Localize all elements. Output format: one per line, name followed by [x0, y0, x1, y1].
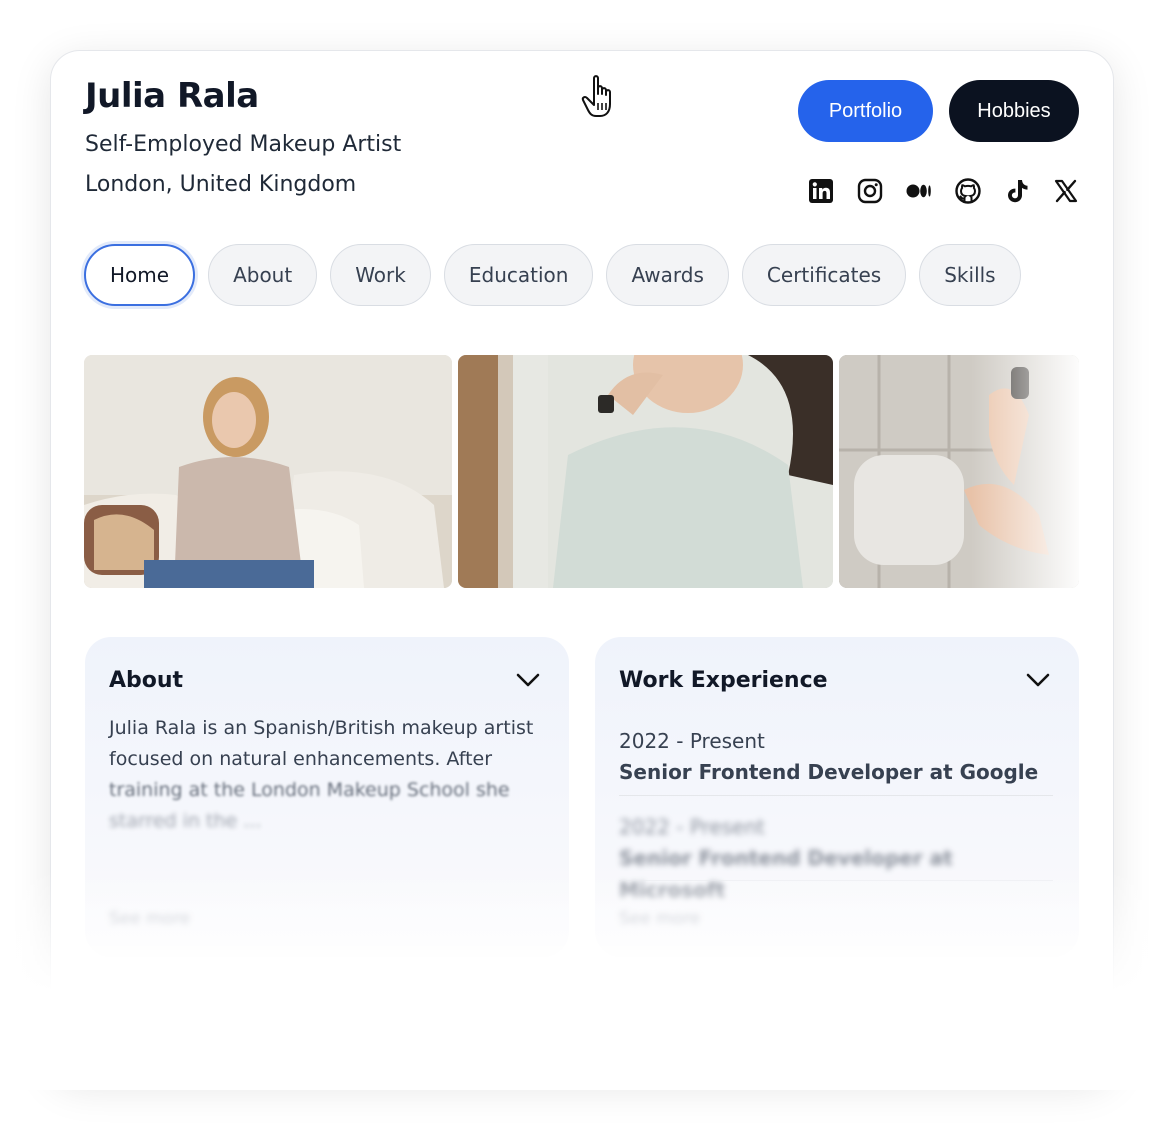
- divider: [619, 795, 1053, 796]
- tab-skills[interactable]: Skills: [919, 244, 1021, 306]
- hobbies-button[interactable]: Hobbies: [949, 80, 1079, 142]
- github-icon[interactable]: [953, 176, 982, 205]
- work-experience-panel: Work Experience 2022 - Present Senior Fr…: [595, 637, 1079, 957]
- job-years: 2022 - Present: [619, 729, 765, 753]
- tab-certificates[interactable]: Certificates: [741, 244, 907, 306]
- medium-icon[interactable]: [904, 176, 933, 205]
- about-text: Julia Rala is an Spanish/British makeup …: [109, 713, 549, 837]
- profile-role: Self-Employed Makeup Artist: [85, 132, 402, 157]
- about-panel: About Julia Rala is an Spanish/British m…: [85, 637, 569, 957]
- job-entry: 2022 - Present Senior Frontend Developer…: [619, 812, 1055, 906]
- tab-home[interactable]: Home: [84, 244, 196, 306]
- linkedin-icon[interactable]: [806, 176, 835, 205]
- about-title: About: [109, 668, 184, 693]
- tab-about[interactable]: About: [208, 244, 318, 306]
- work-title: Work Experience: [619, 668, 828, 693]
- x-icon[interactable]: [1051, 176, 1080, 205]
- chevron-down-icon[interactable]: [1025, 671, 1051, 689]
- tab-awards[interactable]: Awards: [606, 244, 729, 306]
- gallery-photo[interactable]: [458, 355, 833, 588]
- work-see-more-link[interactable]: See more: [619, 909, 700, 929]
- portfolio-button[interactable]: Portfolio: [798, 80, 933, 142]
- tab-education[interactable]: Education: [443, 244, 594, 306]
- job-entry: 2022 - Present Senior Frontend Developer…: [619, 726, 1055, 788]
- instagram-icon[interactable]: [855, 176, 884, 205]
- tab-work[interactable]: Work: [330, 244, 431, 306]
- job-years: 2022 - Present: [619, 815, 765, 839]
- photo-gallery: [84, 355, 1079, 588]
- chevron-down-icon[interactable]: [515, 671, 541, 689]
- divider: [619, 880, 1053, 881]
- about-line: Julia Rala is an Spanish/British makeup …: [109, 717, 534, 739]
- profile-location: London, United Kingdom: [85, 172, 357, 197]
- gallery-photo[interactable]: [839, 355, 1079, 588]
- job-title: Senior Frontend Developer at Google: [619, 760, 1039, 784]
- about-line: starred in the ...: [109, 810, 262, 832]
- about-see-more-link[interactable]: See more: [109, 909, 190, 929]
- about-line: training at the London Makeup School she: [109, 779, 510, 801]
- about-line: focused on natural enhancements. After: [109, 748, 493, 770]
- profile-name: Julia Rala: [85, 76, 259, 116]
- tiktok-icon[interactable]: [1002, 176, 1031, 205]
- gallery-photo[interactable]: [84, 355, 452, 588]
- job-title: Senior Frontend Developer at Microsoft: [619, 846, 953, 902]
- social-links: [806, 176, 1080, 205]
- nav-tabs: Home About Work Education Awards Certifi…: [84, 244, 1021, 306]
- hand-cursor-icon: [581, 75, 611, 117]
